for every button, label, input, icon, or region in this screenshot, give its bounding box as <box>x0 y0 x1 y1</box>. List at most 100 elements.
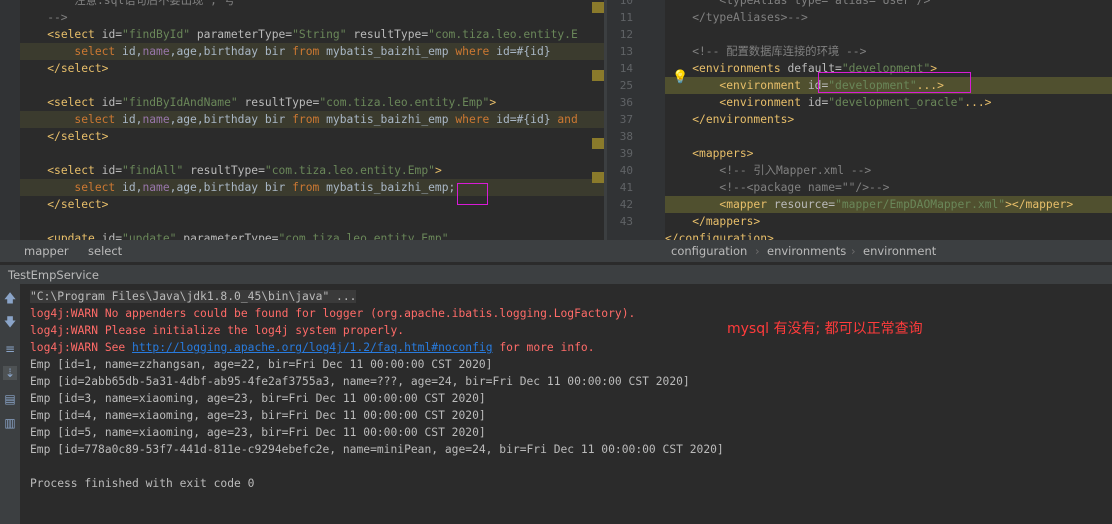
code-token: from <box>292 45 327 58</box>
console-line: "C:\Program Files\Java\jdk1.8.0_45\bin\j… <box>30 288 357 305</box>
run-toolbar: 🡅 🡇 ≡ ⇣ ▤ ▥ <box>0 284 20 524</box>
code-line[interactable]: select id,name,age,birthday bir from myb… <box>20 111 604 128</box>
code-token: name <box>142 45 170 58</box>
code-line[interactable]: </mappers> <box>665 213 1112 230</box>
code-line[interactable]: </select> <box>20 196 604 213</box>
arrow-up-icon[interactable]: 🡅 <box>3 291 17 306</box>
code-token: id=#{id} <box>496 45 551 58</box>
code-line[interactable]: <!-- 引入Mapper.xml --> <box>665 162 1112 179</box>
breadcrumb-item-select[interactable]: select <box>88 240 122 262</box>
code-token: and <box>557 113 578 126</box>
code-token: <environments <box>692 62 788 75</box>
code-token: <!-- 配置数据库连接的环境 --> <box>665 45 867 58</box>
console-line: Emp [id=4, name=xiaoming, age=23, bir=Fr… <box>30 407 486 424</box>
code-token: select <box>74 181 123 194</box>
code-line[interactable]: <update id="update" parameterType="com.t… <box>20 230 604 240</box>
run-tool-window-header[interactable]: TestEmpService <box>0 264 1112 285</box>
code-line[interactable]: <select id="findByIdAndName" resultType=… <box>20 94 604 111</box>
code-line[interactable]: <!--<package name=""/>--> <box>665 179 1112 196</box>
code-line[interactable]: <select id="findById" parameterType="Str… <box>20 26 604 43</box>
console-output[interactable]: "C:\Program Files\Java\jdk1.8.0_45\bin\j… <box>20 284 1112 524</box>
code-token: ></mapper> <box>1005 198 1074 211</box>
console-line: log4j:WARN Please initialize the log4j s… <box>30 322 404 339</box>
code-token: where <box>455 113 497 126</box>
code-token: ,age,birthday bir <box>169 181 293 194</box>
trash-icon[interactable]: ▥ <box>3 416 17 430</box>
console-line: Emp [id=778a0c89-53f7-441d-811e-c9294ebe… <box>30 441 724 458</box>
code-token: ...> <box>964 96 992 109</box>
code-token: resultType= <box>244 96 320 109</box>
code-line[interactable] <box>20 77 604 94</box>
code-line[interactable]: <typeAlias type="alias="User"/> <box>665 0 1112 9</box>
code-token: resultType= <box>190 164 265 177</box>
console-link[interactable]: http://logging.apache.org/log4j/1.2/faq.… <box>132 341 492 354</box>
code-line[interactable]: </environments> <box>665 111 1112 128</box>
code-line[interactable]: </select> <box>20 128 604 145</box>
code-line[interactable] <box>20 213 604 230</box>
line-number: 36 <box>619 96 633 109</box>
code-line[interactable]: </typeAliases>--> <box>665 9 1112 26</box>
code-line[interactable]: select id,name,age,birthday bir from myb… <box>20 43 604 60</box>
code-token: mybatis_baizhi_emp <box>326 113 456 126</box>
right-breadcrumb: configuration › environments › environme… <box>607 240 1112 262</box>
code-line[interactable]: <environment id="development_oracle"...> <box>665 94 1112 111</box>
arrow-down-icon[interactable]: 🡇 <box>3 315 17 330</box>
code-line[interactable] <box>665 128 1112 145</box>
code-line[interactable]: <mapper resource="mapper/EmpDAOMapper.xm… <box>665 196 1112 213</box>
code-line[interactable] <box>20 145 604 162</box>
code-line[interactable]: <!-- 配置数据库连接的环境 --> <box>665 43 1112 60</box>
code-token: <select <box>47 28 102 41</box>
code-line[interactable]: <mappers> <box>665 145 1112 162</box>
console-text: log4j:WARN Please initialize the log4j s… <box>30 324 405 337</box>
left-editor[interactable]: 注意:sql语句后不要出现";"号 --> <select id="findBy… <box>0 0 604 240</box>
code-token: <update <box>47 232 102 240</box>
code-token: "com.tiza.leo.entity.Emp" <box>264 164 435 177</box>
line-number: 37 <box>619 113 633 126</box>
wrap-icon[interactable]: ≡ <box>3 342 17 356</box>
console-line: log4j:WARN See http://logging.apache.org… <box>30 339 595 356</box>
code-line[interactable]: 注意:sql语句后不要出现";"号 <box>20 0 604 9</box>
code-token: id= <box>807 96 829 109</box>
code-token: ,age,birthday bir <box>169 45 293 58</box>
code-token: > <box>434 164 442 177</box>
console-text: Emp [id=1, name=zzhangsan, age=22, bir=F… <box>30 358 493 371</box>
console-text: "C:\Program Files\Java\jdk1.8.0_45\bin\j… <box>30 290 357 303</box>
left-breadcrumb: mapper select <box>0 240 604 262</box>
right-editor[interactable]: 10 11 12 13 14 25 36 37 38 39 40 41 42 43 <typeAlias … <box>607 0 1112 240</box>
breadcrumb-item-mapper[interactable]: mapper <box>24 240 69 262</box>
usage-marker <box>592 138 604 149</box>
console-text: Emp [id=3, name=xiaoming, age=23, bir=Fr… <box>30 392 486 405</box>
usage-marker <box>592 2 604 13</box>
run-tab-title[interactable]: TestEmpService <box>8 265 99 285</box>
code-line[interactable]: --> <box>20 9 604 26</box>
scroll-end-icon[interactable]: ⇣ <box>3 366 17 380</box>
code-token: <mappers> <box>692 147 754 160</box>
annotation-text: mysql 有没有; 都可以正常查询 <box>727 321 923 337</box>
breadcrumb-item-environment[interactable]: environment <box>863 240 936 262</box>
code-token: select <box>74 45 123 58</box>
code-token: "com.tiza.leo.entity.E <box>428 28 578 41</box>
breadcrumb-item-configuration[interactable]: configuration <box>671 240 747 262</box>
code-line[interactable]: </configuration> <box>665 230 1112 240</box>
lightbulb-icon[interactable]: 💡 <box>672 71 688 85</box>
print-icon[interactable]: ▤ <box>3 392 17 406</box>
code-token: </environments> <box>692 113 795 126</box>
code-token: <select <box>47 96 102 109</box>
code-token: id, <box>122 113 143 126</box>
breadcrumb-item-environments[interactable]: environments <box>767 240 846 262</box>
code-line[interactable]: select id,name,age,birthday bir from myb… <box>20 179 604 196</box>
code-line[interactable] <box>665 26 1112 43</box>
line-number: 12 <box>619 28 633 41</box>
code-line[interactable]: </select> <box>20 60 604 77</box>
console-text: for more info. <box>492 341 595 354</box>
code-line[interactable]: <select id="findAll" resultType="com.tiz… <box>20 162 604 179</box>
